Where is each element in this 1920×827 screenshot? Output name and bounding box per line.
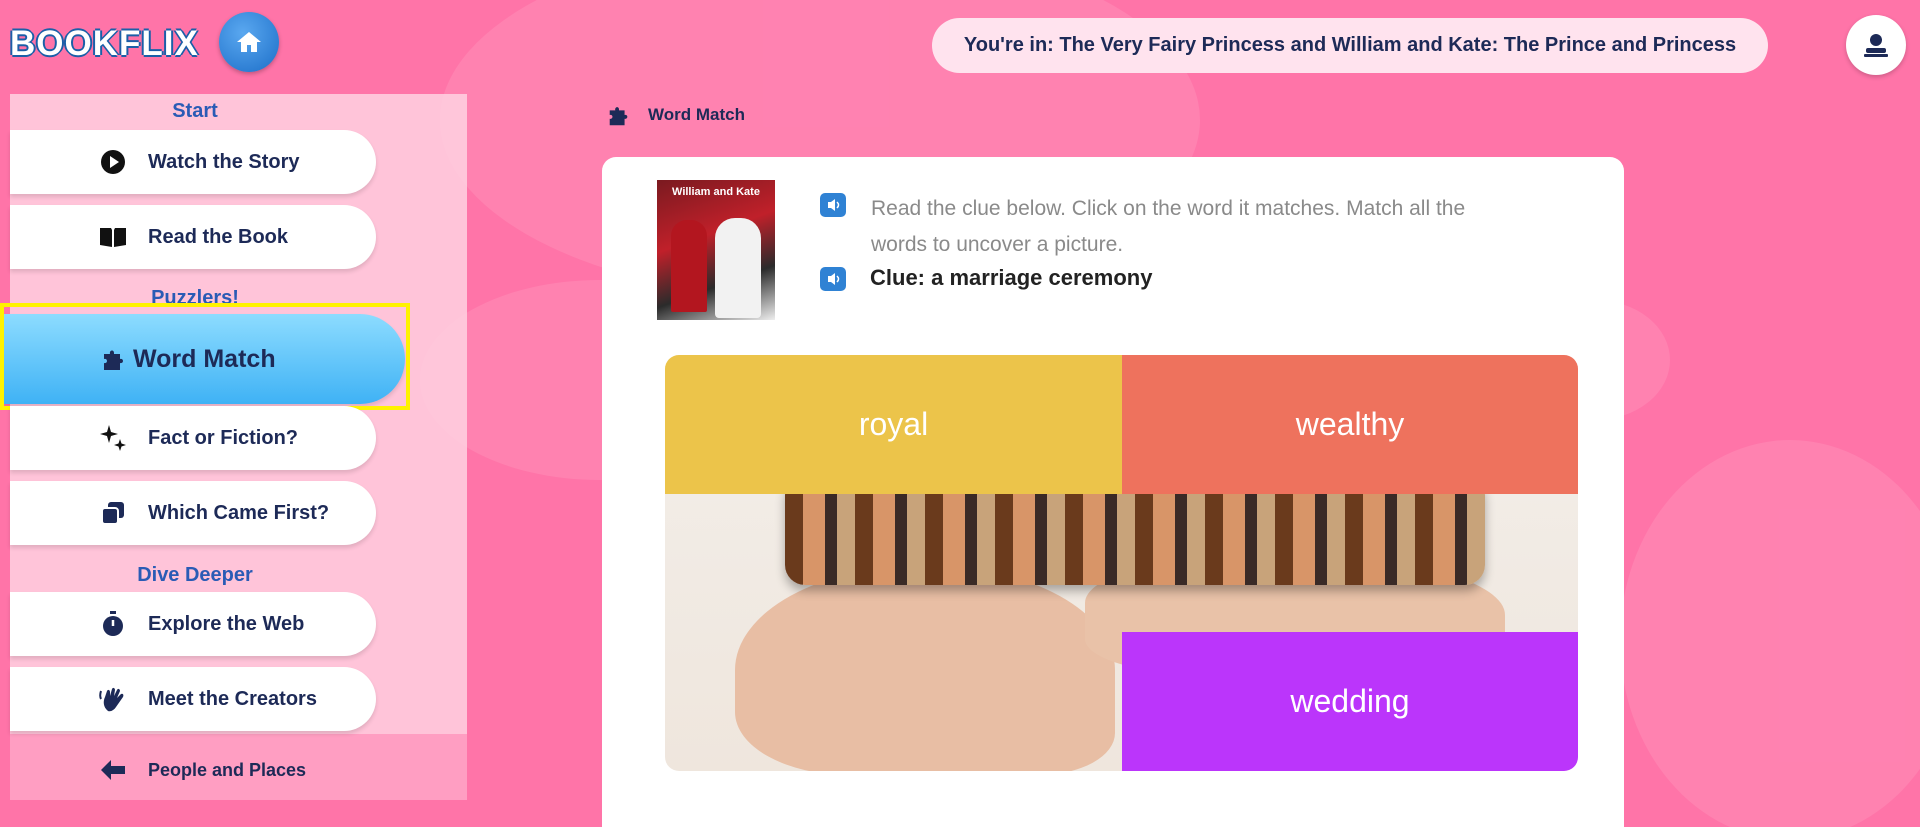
home-button[interactable]: [219, 12, 279, 72]
selection-highlight: [0, 303, 410, 410]
clue-text: Clue: a marriage ceremony: [870, 265, 1153, 290]
instructions-text: Read the clue below. Click on the word i…: [871, 197, 1466, 256]
section-label-start: Start: [172, 100, 218, 122]
word-tile-royal[interactable]: royal: [665, 355, 1122, 494]
read-aloud-instructions-button[interactable]: [820, 193, 846, 217]
stopwatch-icon: [98, 609, 128, 639]
cover-figure: [671, 220, 707, 312]
nav-explore-the-web[interactable]: Explore the Web: [10, 592, 376, 656]
book-cover-title: William and Kate: [672, 186, 760, 198]
cards-icon: [98, 498, 128, 528]
word-tile-wedding[interactable]: wedding: [1122, 632, 1578, 771]
section-label-dive-deeper: Dive Deeper: [137, 564, 253, 586]
location-indicator: You're in: The Very Fairy Princess and W…: [932, 18, 1768, 73]
book-cover: William and Kate: [657, 180, 775, 320]
activity-card: William and Kate Read the clue below. Cl…: [602, 157, 1624, 827]
read-aloud-clue-button[interactable]: [820, 267, 846, 291]
book-icon: [98, 222, 128, 252]
nav-which-came-first[interactable]: Which Came First?: [10, 481, 376, 545]
back-link-label: People and Places: [148, 759, 307, 780]
play-icon: [98, 147, 128, 177]
speaker-icon: [828, 273, 840, 285]
nav-read-the-book[interactable]: Read the Book: [10, 205, 376, 269]
location-text: You're in: The Very Fairy Princess and W…: [963, 34, 1737, 56]
hidden-picture: [735, 565, 1115, 771]
nav-label: Watch the Story: [148, 150, 300, 173]
nav-meet-the-creators[interactable]: Meet the Creators: [10, 667, 376, 731]
nav-label: Which Came First?: [148, 501, 330, 524]
activity-heading: Word Match: [606, 101, 745, 129]
activity-heading-text: Word Match: [648, 105, 745, 124]
word-tile-wealthy[interactable]: wealthy: [1122, 355, 1578, 494]
speaker-icon: [828, 199, 840, 211]
nav-label: Fact or Fiction?: [148, 426, 298, 449]
user-avatar-icon: [1864, 34, 1888, 57]
user-profile-button[interactable]: [1846, 15, 1906, 75]
nav-watch-the-story[interactable]: Watch the Story: [10, 130, 376, 194]
nav-label: Meet the Creators: [148, 687, 317, 710]
wave-hand-icon: [98, 684, 128, 714]
nav-label: Read the Book: [148, 225, 289, 248]
nav-label: Explore the Web: [148, 612, 305, 635]
back-people-and-places[interactable]: People and Places: [10, 750, 376, 790]
home-icon: [237, 32, 261, 52]
bookflix-logo[interactable]: BOOKFLIX: [10, 24, 199, 64]
arrow-left-icon: [98, 755, 128, 785]
background-cloud: [1620, 440, 1920, 827]
sparkle-icon: [98, 423, 128, 453]
word-match-puzzle: royal wealthy wedding: [665, 355, 1578, 771]
nav-fact-or-fiction[interactable]: Fact or Fiction?: [10, 406, 376, 470]
cover-figure: [715, 218, 761, 318]
puzzle-icon: [606, 101, 634, 129]
